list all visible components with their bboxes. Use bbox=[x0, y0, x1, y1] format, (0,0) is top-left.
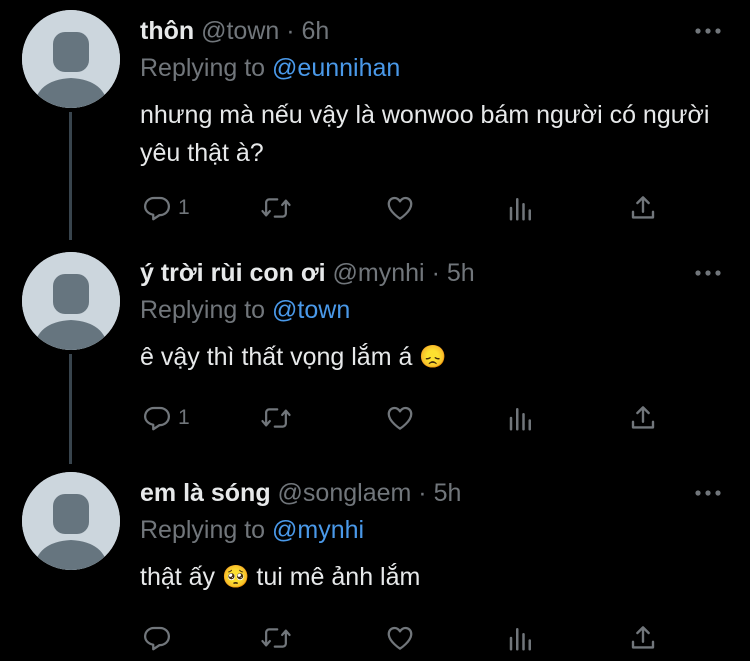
timestamp[interactable]: 6h bbox=[302, 17, 330, 45]
tweet[interactable]: em là sóng @songlaem · 5h Replying to @m… bbox=[0, 470, 750, 661]
separator: · bbox=[431, 259, 440, 287]
retweet-icon bbox=[261, 408, 291, 428]
disappointed-emoji: 😞 bbox=[419, 344, 447, 369]
like-button[interactable] bbox=[384, 190, 416, 226]
reply-icon bbox=[144, 406, 170, 431]
handle[interactable]: @mynhi bbox=[333, 259, 425, 287]
tweet-header: em là sóng @songlaem · 5h bbox=[140, 476, 461, 510]
tweet-text-after: tui mê ảnh lắm bbox=[256, 563, 421, 591]
like-icon bbox=[387, 406, 413, 430]
retweet-button[interactable] bbox=[260, 620, 292, 656]
share-icon bbox=[631, 626, 655, 649]
replying-to: Replying to @town bbox=[140, 293, 350, 327]
like-button[interactable] bbox=[384, 400, 416, 436]
more-options-button[interactable] bbox=[694, 14, 722, 48]
tweet-actions: 1 bbox=[140, 400, 680, 436]
replying-to-handle[interactable]: @town bbox=[272, 296, 350, 324]
share-icon bbox=[631, 406, 655, 429]
replying-to: Replying to @eunnihan bbox=[140, 51, 400, 85]
handle[interactable]: @town bbox=[201, 17, 279, 45]
default-avatar-icon bbox=[22, 10, 120, 108]
tweet[interactable]: ý trời rùi con ơi @mynhi · 5h Replying t… bbox=[0, 250, 750, 460]
replying-to-handle[interactable]: @mynhi bbox=[272, 516, 364, 544]
share-button[interactable] bbox=[628, 400, 658, 436]
tweet-text: nhưng mà nếu vậy là wonwoo bám người có … bbox=[140, 101, 710, 167]
tweet-actions: 1 bbox=[140, 190, 680, 226]
replying-to-label: Replying to bbox=[140, 54, 266, 82]
share-button[interactable] bbox=[628, 190, 658, 226]
more-icon bbox=[695, 270, 721, 276]
reply-icon bbox=[144, 196, 170, 221]
avatar[interactable] bbox=[22, 472, 120, 570]
replying-to: Replying to @mynhi bbox=[140, 513, 364, 547]
analytics-button[interactable] bbox=[506, 620, 536, 656]
analytics-button[interactable] bbox=[506, 400, 536, 436]
default-avatar-icon bbox=[22, 472, 120, 570]
timestamp[interactable]: 5h bbox=[434, 479, 462, 507]
display-name[interactable]: thôn bbox=[140, 17, 194, 45]
like-button[interactable] bbox=[384, 620, 416, 656]
like-icon bbox=[387, 196, 413, 220]
analytics-button[interactable] bbox=[506, 190, 536, 226]
reply-count: 1 bbox=[178, 406, 190, 429]
tweet-text: ê vậy thì thất vọng lắm á 😞 bbox=[140, 338, 730, 376]
reply-count: 1 bbox=[178, 196, 190, 219]
tweet-actions bbox=[140, 620, 680, 656]
display-name[interactable]: em là sóng bbox=[140, 479, 271, 507]
more-options-button[interactable] bbox=[694, 256, 722, 290]
tweet[interactable]: thôn @town · 6h Replying to @eunnihan nh… bbox=[0, 8, 750, 228]
like-icon bbox=[387, 626, 413, 650]
separator: · bbox=[286, 17, 295, 45]
replying-to-label: Replying to bbox=[140, 296, 266, 324]
avatar[interactable] bbox=[22, 252, 120, 350]
pleading-face-emoji: 🥺 bbox=[222, 564, 250, 589]
avatar[interactable] bbox=[22, 10, 120, 108]
reply-button[interactable] bbox=[142, 620, 178, 656]
analytics-icon bbox=[509, 408, 531, 431]
retweet-button[interactable] bbox=[260, 400, 292, 436]
tweet-header: thôn @town · 6h bbox=[140, 14, 329, 48]
retweet-icon bbox=[261, 198, 291, 218]
tweet-text-content: ê vậy thì thất vọng lắm á bbox=[140, 343, 413, 371]
reply-button[interactable]: 1 bbox=[142, 400, 190, 436]
reply-icon bbox=[144, 626, 170, 651]
tweet-text-before: thật ấy bbox=[140, 563, 216, 591]
replying-to-handle[interactable]: @eunnihan bbox=[272, 54, 400, 82]
more-icon bbox=[695, 28, 721, 34]
tweet-text: thật ấy 🥺 tui mê ảnh lắm bbox=[140, 558, 730, 596]
separator: · bbox=[418, 479, 427, 507]
more-icon bbox=[695, 490, 721, 496]
tweet-header: ý trời rùi con ơi @mynhi · 5h bbox=[140, 256, 475, 290]
reply-button[interactable]: 1 bbox=[142, 190, 190, 226]
handle[interactable]: @songlaem bbox=[278, 479, 412, 507]
more-options-button[interactable] bbox=[694, 476, 722, 510]
timestamp[interactable]: 5h bbox=[447, 259, 475, 287]
retweet-button[interactable] bbox=[260, 190, 292, 226]
retweet-icon bbox=[261, 628, 291, 648]
display-name[interactable]: ý trời rùi con ơi bbox=[140, 259, 326, 287]
share-icon bbox=[631, 196, 655, 219]
analytics-icon bbox=[509, 628, 531, 651]
replying-to-label: Replying to bbox=[140, 516, 266, 544]
analytics-icon bbox=[509, 198, 531, 221]
share-button[interactable] bbox=[628, 620, 658, 656]
default-avatar-icon bbox=[22, 252, 120, 350]
